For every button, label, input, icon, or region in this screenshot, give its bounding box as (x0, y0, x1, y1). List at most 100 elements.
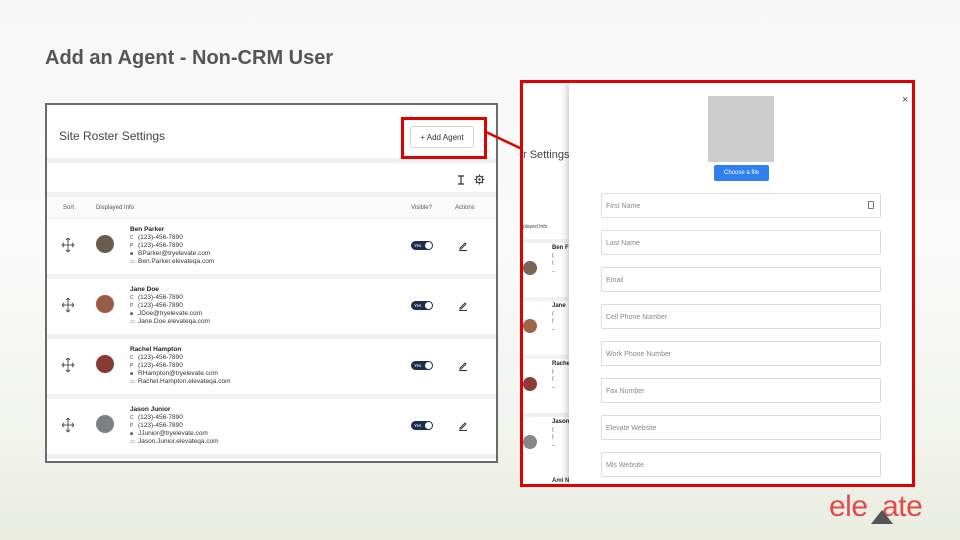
field-cell-phone-number[interactable]: Cell Phone Number (601, 304, 881, 329)
bg-list-item: Jason ( ( _ (523, 413, 569, 471)
bg-line-2: ( (552, 434, 554, 440)
drag-handle-icon[interactable] (61, 417, 75, 433)
bg-agent-name: Jane (552, 303, 566, 309)
work-phone-icon: P (130, 363, 134, 369)
bg-line-3: _ (552, 325, 555, 331)
roster-title: Site Roster Settings (59, 129, 166, 143)
agent-name: Rachel Hampton (130, 346, 182, 353)
bg-line-3: _ (552, 441, 555, 447)
agent-website: Ben.Parker.elevateqa.com (138, 258, 215, 265)
edit-icon[interactable] (458, 241, 468, 251)
field-placeholder: Cell Phone Number (606, 314, 668, 321)
agent-email: JDoe@tryelevate.com (138, 310, 203, 317)
visible-toggle[interactable]: Yes (411, 301, 433, 310)
logo-triangle-icon (871, 510, 893, 524)
table-header: Sort Displayed Info Visible? Actions (47, 197, 496, 219)
agent-phone-work: (123)-456-7890 (138, 422, 183, 429)
close-icon[interactable]: × (902, 95, 908, 106)
edit-icon[interactable] (458, 361, 468, 371)
visible-toggle[interactable]: Yes (411, 421, 433, 430)
contact-card-icon (868, 201, 874, 209)
mail-icon: ■ (130, 251, 134, 257)
drag-handle-icon[interactable] (61, 237, 75, 253)
bg-line-2: ( (552, 260, 554, 266)
link-icon: ▭ (130, 379, 135, 385)
choose-file-button[interactable]: Choose a file (714, 165, 769, 181)
link-icon: ▭ (130, 439, 135, 445)
avatar (523, 261, 537, 275)
field-last-name[interactable]: Last Name (601, 230, 881, 255)
table-row: Jane Doe C (123)-456-7890 P (123)-456-7890… (47, 279, 496, 339)
bg-line-2: ( (552, 318, 554, 324)
bg-line-1: ( (552, 427, 554, 433)
agent-name: Jason Junior (130, 406, 171, 413)
work-phone-icon: P (130, 423, 134, 429)
avatar (523, 319, 537, 333)
col-visible: Visible? (411, 205, 432, 211)
agent-phone-cell: (123)-456-7890 (138, 414, 183, 421)
field-placeholder: Fax Number (606, 388, 645, 395)
mail-icon: ■ (130, 431, 134, 437)
add-agent-highlight (401, 117, 487, 159)
field-email[interactable]: Email (601, 267, 881, 292)
agent-email: JJunior@tryelevate.com (138, 430, 208, 437)
cell-phone-icon: C (130, 355, 134, 361)
visible-toggle[interactable]: Yes (411, 361, 433, 370)
edit-icon[interactable] (458, 301, 468, 311)
mail-icon: ■ (130, 371, 134, 377)
bg-line-3: _ (552, 383, 555, 389)
agent-info: Ben Parker C (123)-456-7890 P (123)-456-78… (130, 226, 214, 266)
work-phone-icon: P (130, 303, 134, 309)
avatar (96, 415, 114, 433)
avatar (96, 235, 114, 253)
agent-phone-work: (123)-456-7890 (138, 242, 183, 249)
bg-line-1: ( (552, 311, 554, 317)
link-icon: ▭ (130, 259, 135, 265)
field-first-name[interactable]: First Name (601, 193, 881, 218)
agent-phone-cell: (123)-456-7890 (138, 294, 183, 301)
table-row: Ben Parker C (123)-456-7890 P (123)-456-78… (47, 219, 496, 279)
bg-line-3: _ (552, 267, 555, 273)
col-sort: Sort (63, 205, 75, 211)
avatar (96, 355, 114, 373)
field-mls-website[interactable]: Mls Website (601, 452, 881, 477)
field-placeholder: Elevate Website (606, 425, 657, 432)
agent-website: Jason.Junior.elevateqa.com (138, 438, 219, 445)
visible-toggle[interactable]: Yes (411, 241, 433, 250)
field-elevate-website[interactable]: Elevate Website (601, 415, 881, 440)
field-placeholder: First Name (606, 203, 641, 210)
bg-line-2: ( (552, 376, 554, 382)
agent-phone-work: (123)-456-7890 (138, 302, 183, 309)
drag-handle-icon[interactable] (61, 357, 75, 373)
agent-info: Jane Doe C (123)-456-7890 P (123)-456-7890… (130, 286, 210, 326)
bg-list-item: Ben F ( ( _ (523, 239, 569, 297)
edit-icon[interactable] (458, 421, 468, 431)
table-row: Rachel Hampton C (123)-456-7890 P (123)-45… (47, 339, 496, 399)
field-placeholder: Work Phone Number (606, 351, 672, 358)
add-agent-modal-frame: r Settings played Info Ben F ( ( _ Jane … (520, 80, 915, 487)
bg-last-fragment: Ami N (552, 478, 570, 484)
agent-email: RHampton@tryelevate.com (138, 370, 218, 377)
bg-agent-name: Rache (552, 361, 571, 367)
bg-list-item: Rache ( ( _ (523, 355, 571, 413)
drag-handle-icon[interactable] (61, 297, 75, 313)
link-icon: ▭ (130, 319, 135, 325)
avatar (96, 295, 114, 313)
gear-icon[interactable] (474, 174, 485, 185)
field-fax-number[interactable]: Fax Number (601, 378, 881, 403)
bg-title-fragment: r Settings (523, 149, 570, 161)
bg-agent-name: Jason (552, 419, 570, 425)
avatar (523, 435, 537, 449)
agent-website: Jane.Doe.elevateqa.com (138, 318, 210, 325)
agent-phone-work: (123)-456-7890 (138, 362, 183, 369)
bg-line-1: ( (552, 253, 554, 259)
field-work-phone-number[interactable]: Work Phone Number (601, 341, 881, 366)
agent-info: Rachel Hampton C (123)-456-7890 P (123)-45… (130, 346, 231, 386)
photo-placeholder (708, 96, 774, 162)
agent-phone-cell: (123)-456-7890 (138, 354, 183, 361)
bg-line-1: ( (552, 369, 554, 375)
text-cursor-icon[interactable] (456, 175, 466, 185)
agent-email: BParker@tryelevate.com (138, 250, 211, 257)
add-agent-modal: × Choose a file First Name Last Name Email… (569, 83, 912, 484)
field-placeholder: Last Name (606, 240, 640, 247)
